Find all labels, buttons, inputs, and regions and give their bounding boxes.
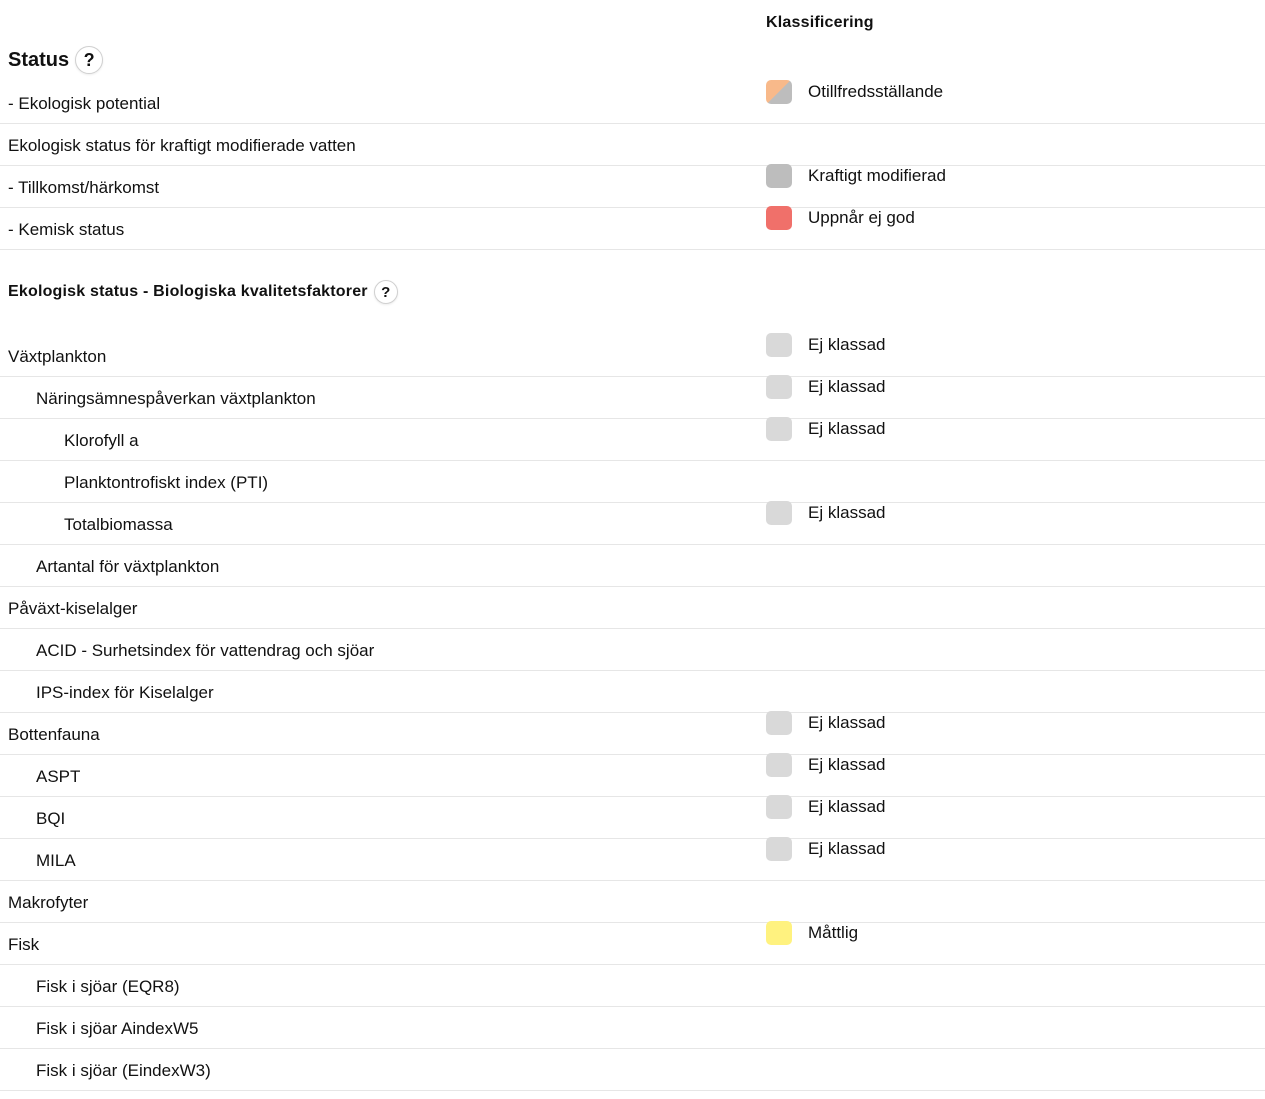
classification-cell: Ej klassad	[766, 417, 885, 441]
row-label: Klorofyll a	[64, 431, 139, 450]
table-row: Totalbiomassa Ej klassad	[0, 501, 1265, 545]
classification-cell: Ej klassad	[766, 711, 885, 735]
classification-cell: Ej klassad	[766, 375, 885, 399]
bio-help-icon[interactable]: ?	[373, 280, 398, 304]
classification-label: Ej klassad	[808, 503, 886, 522]
table-row: - Kemisk status Uppnår ej god	[0, 206, 1265, 250]
bio-section-title: Ekologisk status - Biologiska kvalitetsf…	[8, 280, 398, 304]
row-label: Fisk i sjöar (EindexW3)	[36, 1061, 211, 1080]
status-table: - Ekologisk potential Otillfredsställande…	[0, 80, 1265, 250]
classification-cell: Kraftigt modifierad	[766, 164, 946, 188]
classification-label: Ej klassad	[808, 713, 886, 732]
row-label: MILA	[36, 851, 76, 870]
classification-column-header: Klassificering	[766, 14, 874, 31]
table-row: - Tillkomst/härkomst Kraftigt modifierad	[0, 164, 1265, 208]
classification-cell: Otillfredsställande	[766, 80, 943, 104]
table-row: Växtplankton Ej klassad	[0, 333, 1265, 377]
classification-label: Ej klassad	[808, 839, 886, 858]
table-row: MILA Ej klassad	[0, 837, 1265, 881]
bio-title-text: Ekologisk status - Biologiska kvalitetsf…	[8, 283, 368, 300]
status-color-swatch	[766, 753, 792, 777]
table-row: Klorofyll a Ej klassad	[0, 417, 1265, 461]
classification-label: Uppnår ej god	[808, 208, 915, 227]
classification-label: Ej klassad	[808, 419, 886, 438]
status-color-swatch	[766, 921, 792, 945]
table-row: Fisk i sjöar AindexW5	[0, 1007, 1265, 1049]
row-label: ASPT	[36, 767, 81, 786]
row-label: ACID - Surhetsindex för vattendrag och s…	[36, 641, 375, 660]
table-row: ACID - Surhetsindex för vattendrag och s…	[0, 629, 1265, 671]
table-row: Ekologisk status för kraftigt modifierad…	[0, 124, 1265, 166]
table-row: Planktontrofiskt index (PTI)	[0, 461, 1265, 503]
classification-cell: Ej klassad	[766, 795, 885, 819]
table-row: IPS-index för Kiselalger	[0, 671, 1265, 713]
row-label: - Tillkomst/härkomst	[8, 178, 160, 197]
table-row: Påväxt-kiselalger	[0, 587, 1265, 629]
row-label: Fisk i sjöar AindexW5	[36, 1019, 199, 1038]
classification-label: Otillfredsställande	[808, 82, 944, 101]
status-section-title: Status ?	[8, 46, 104, 74]
status-color-swatch	[766, 795, 792, 819]
table-row: BQI Ej klassad	[0, 795, 1265, 839]
status-color-swatch	[766, 837, 792, 861]
status-color-swatch	[766, 164, 792, 188]
bio-table: Växtplankton Ej klassad Näringsämnespåverk…	[0, 333, 1265, 1091]
status-color-swatch	[766, 375, 792, 399]
status-help-icon[interactable]: ?	[75, 46, 104, 74]
row-label: Näringsämnespåverkan växtplankton	[36, 389, 316, 408]
status-color-swatch	[766, 333, 792, 357]
classification-label: Måttlig	[808, 923, 859, 942]
row-label: Påväxt-kiselalger	[8, 599, 138, 618]
classification-cell: Ej klassad	[766, 753, 885, 777]
classification-label: Ej klassad	[808, 755, 886, 774]
row-label: Planktontrofiskt index (PTI)	[64, 473, 269, 492]
row-label: Växtplankton	[8, 347, 107, 366]
classification-cell: Ej klassad	[766, 333, 885, 357]
classification-cell: Uppnår ej god	[766, 206, 915, 230]
table-row: Fisk i sjöar (EindexW3)	[0, 1049, 1265, 1091]
row-label: Bottenfauna	[8, 725, 100, 744]
table-row: - Ekologisk potential Otillfredsställande	[0, 80, 1265, 124]
row-label: - Kemisk status	[8, 220, 125, 239]
classification-cell: Måttlig	[766, 921, 858, 945]
classification-label: Ej klassad	[808, 377, 886, 396]
table-row: Fisk i sjöar (EQR8)	[0, 965, 1265, 1007]
table-row: Bottenfauna Ej klassad	[0, 711, 1265, 755]
row-label: Makrofyter	[8, 893, 89, 912]
classification-label: Ej klassad	[808, 797, 886, 816]
status-color-swatch	[766, 206, 792, 230]
status-color-swatch	[766, 711, 792, 735]
table-row: Fisk Måttlig	[0, 921, 1265, 965]
row-label: - Ekologisk potential	[8, 94, 161, 113]
row-label: Ekologisk status för kraftigt modifierad…	[8, 136, 356, 155]
classification-cell: Ej klassad	[766, 501, 885, 525]
row-label: Fisk	[8, 935, 40, 954]
row-label: IPS-index för Kiselalger	[36, 683, 214, 702]
status-color-swatch	[766, 417, 792, 441]
classification-label: Ej klassad	[808, 335, 886, 354]
status-color-swatch	[766, 501, 792, 525]
table-row: Artantal för växtplankton	[0, 545, 1265, 587]
table-row: Näringsämnespåverkan växtplankton Ej klas…	[0, 375, 1265, 419]
table-row: Makrofyter	[0, 881, 1265, 923]
status-color-swatch	[766, 80, 792, 104]
row-label: Artantal för växtplankton	[36, 557, 220, 576]
row-label: Totalbiomassa	[64, 515, 173, 534]
classification-label: Kraftigt modifierad	[808, 166, 946, 185]
row-label: Fisk i sjöar (EQR8)	[36, 977, 180, 996]
status-title-text: Status	[8, 48, 70, 71]
row-label: BQI	[36, 809, 66, 828]
table-row: ASPT Ej klassad	[0, 753, 1265, 797]
classification-cell: Ej klassad	[766, 837, 885, 861]
